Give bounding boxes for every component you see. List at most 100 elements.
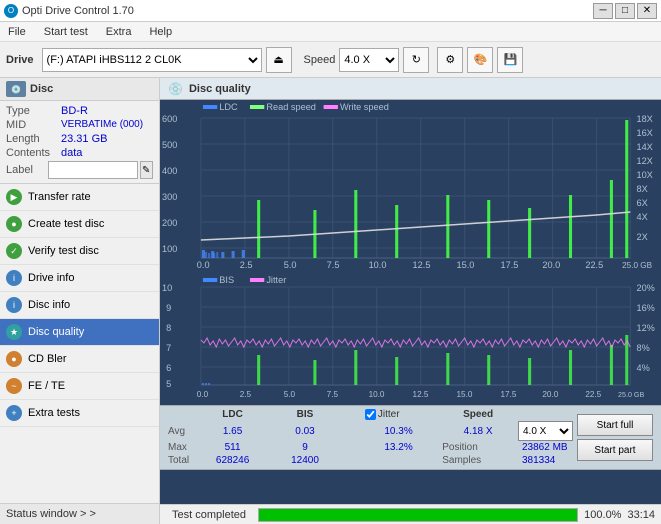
settings-button[interactable]: ⚙ bbox=[437, 47, 463, 73]
position-label: Position bbox=[438, 441, 518, 454]
save-button[interactable]: 💾 bbox=[497, 47, 523, 73]
disc-icon: 💿 bbox=[6, 81, 26, 97]
sidebar-item-disc-quality[interactable]: ★ Disc quality bbox=[0, 319, 159, 346]
disc-mid-label: MID bbox=[6, 119, 61, 131]
svg-text:600: 600 bbox=[162, 114, 177, 124]
progress-percent: 100.0% bbox=[584, 509, 621, 521]
svg-text:500: 500 bbox=[162, 140, 177, 150]
max-ldc: 511 bbox=[194, 441, 271, 454]
disc-mid-value: VERBATIMe (000) bbox=[61, 119, 143, 131]
drive-info-label: Drive info bbox=[28, 272, 74, 284]
disc-contents-row: Contents data bbox=[6, 147, 153, 159]
disc-label-button[interactable]: ✎ bbox=[140, 161, 154, 179]
svg-text:16X: 16X bbox=[636, 128, 652, 138]
status-window-button[interactable]: Status window > > bbox=[0, 503, 159, 524]
disc-mid-row: MID VERBATIMe (000) bbox=[6, 119, 153, 131]
svg-text:8%: 8% bbox=[636, 343, 649, 353]
disc-info-icon: i bbox=[6, 297, 22, 313]
drive-info-icon: i bbox=[6, 270, 22, 286]
svg-text:15.0: 15.0 bbox=[457, 260, 475, 270]
total-ldc: 628246 bbox=[194, 454, 271, 467]
drive-label: Drive bbox=[6, 54, 34, 66]
svg-text:18X: 18X bbox=[636, 114, 652, 124]
speed-header: Speed bbox=[438, 408, 518, 421]
create-test-disc-label: Create test disc bbox=[28, 218, 104, 230]
svg-text:17.5: 17.5 bbox=[500, 390, 516, 399]
speed-select[interactable]: 4.0 X bbox=[339, 48, 399, 72]
sidebar-item-verify-test-disc[interactable]: ✓ Verify test disc bbox=[0, 238, 159, 265]
disc-length-row: Length 23.31 GB bbox=[6, 133, 153, 145]
svg-text:17.5: 17.5 bbox=[500, 260, 518, 270]
disc-label-row: Label ✎ bbox=[6, 161, 153, 179]
drive-select[interactable]: (F:) ATAPI iHBS112 2 CL0K bbox=[42, 48, 262, 72]
jitter-checkbox[interactable] bbox=[365, 409, 376, 420]
progress-area: Test completed 100.0% 33:14 bbox=[160, 504, 661, 524]
close-button[interactable]: ✕ bbox=[637, 3, 657, 19]
svg-text:20%: 20% bbox=[636, 283, 654, 293]
window-controls: ─ □ ✕ bbox=[593, 3, 657, 19]
sidebar-item-cd-bler[interactable]: ● CD Bler bbox=[0, 346, 159, 373]
svg-text:12%: 12% bbox=[636, 323, 654, 333]
svg-text:9: 9 bbox=[166, 303, 171, 313]
svg-text:LDC: LDC bbox=[219, 102, 238, 112]
sidebar-item-fe-te[interactable]: ~ FE / TE bbox=[0, 373, 159, 400]
speed-label: Speed bbox=[304, 54, 336, 66]
disc-label-label: Label bbox=[6, 164, 46, 176]
svg-text:100: 100 bbox=[162, 244, 177, 254]
svg-text:10.0: 10.0 bbox=[369, 260, 387, 270]
svg-text:16%: 16% bbox=[636, 303, 654, 313]
bottom-chart-svg: 10 9 8 7 6 5 20% 16% 12% 8% 4% bbox=[160, 275, 661, 405]
menu-file[interactable]: File bbox=[4, 24, 30, 40]
svg-text:2X: 2X bbox=[636, 232, 647, 242]
disc-type-label: Type bbox=[6, 105, 61, 117]
disc-label-input[interactable] bbox=[48, 161, 138, 179]
bis-header: BIS bbox=[271, 408, 339, 421]
max-bis: 9 bbox=[271, 441, 339, 454]
start-full-button[interactable]: Start full bbox=[577, 414, 653, 436]
toolbar: Drive (F:) ATAPI iHBS112 2 CL0K ⏏ Speed … bbox=[0, 42, 661, 78]
start-buttons: Start full Start part bbox=[573, 410, 657, 465]
create-test-disc-icon: ● bbox=[6, 216, 22, 232]
svg-text:12.5: 12.5 bbox=[413, 260, 431, 270]
avg-ldc: 1.65 bbox=[194, 421, 271, 441]
maximize-button[interactable]: □ bbox=[615, 3, 635, 19]
menu-help[interactable]: Help bbox=[145, 24, 176, 40]
disc-quality-header-icon: 💿 bbox=[168, 82, 183, 96]
titlebar: O Opti Drive Control 1.70 ─ □ ✕ bbox=[0, 0, 661, 22]
svg-text:7.5: 7.5 bbox=[327, 260, 340, 270]
svg-text:4X: 4X bbox=[636, 212, 647, 222]
sidebar-item-extra-tests[interactable]: + Extra tests bbox=[0, 400, 159, 427]
disc-type-row: Type BD-R bbox=[6, 105, 153, 117]
avg-bis: 0.03 bbox=[271, 421, 339, 441]
speed-select-stats[interactable]: 4.0 X bbox=[518, 421, 573, 441]
start-part-button[interactable]: Start part bbox=[577, 439, 653, 461]
menu-starttest[interactable]: Start test bbox=[40, 24, 92, 40]
svg-text:Write speed: Write speed bbox=[340, 102, 389, 112]
transfer-rate-label: Transfer rate bbox=[28, 191, 91, 203]
fe-te-icon: ~ bbox=[6, 378, 22, 394]
minimize-button[interactable]: ─ bbox=[593, 3, 613, 19]
max-label: Max bbox=[164, 441, 194, 454]
svg-text:8: 8 bbox=[166, 323, 171, 333]
top-chart: 600 500 400 300 200 100 18X 16X 14X 12X … bbox=[160, 100, 661, 275]
sidebar-item-drive-info[interactable]: i Drive info bbox=[0, 265, 159, 292]
progress-bar-container bbox=[258, 508, 578, 522]
sidebar-item-transfer-rate[interactable]: ▶ Transfer rate bbox=[0, 184, 159, 211]
theme-button[interactable]: 🎨 bbox=[467, 47, 493, 73]
refresh-button[interactable]: ↻ bbox=[403, 47, 429, 73]
samples-label: Samples bbox=[438, 454, 518, 467]
total-label: Total bbox=[164, 454, 194, 467]
svg-text:22.5: 22.5 bbox=[585, 390, 601, 399]
cd-bler-icon: ● bbox=[6, 351, 22, 367]
sidebar-item-create-test-disc[interactable]: ● Create test disc bbox=[0, 211, 159, 238]
svg-text:12.5: 12.5 bbox=[413, 390, 429, 399]
svg-text:Jitter: Jitter bbox=[266, 275, 286, 285]
total-bis: 12400 bbox=[271, 454, 339, 467]
eject-button[interactable]: ⏏ bbox=[266, 47, 292, 73]
transfer-rate-icon: ▶ bbox=[6, 189, 22, 205]
svg-text:200: 200 bbox=[162, 218, 177, 228]
sidebar-item-disc-info[interactable]: i Disc info bbox=[0, 292, 159, 319]
svg-text:8X: 8X bbox=[636, 184, 647, 194]
svg-text:25.0 GB: 25.0 GB bbox=[622, 261, 652, 270]
menu-extra[interactable]: Extra bbox=[102, 24, 136, 40]
